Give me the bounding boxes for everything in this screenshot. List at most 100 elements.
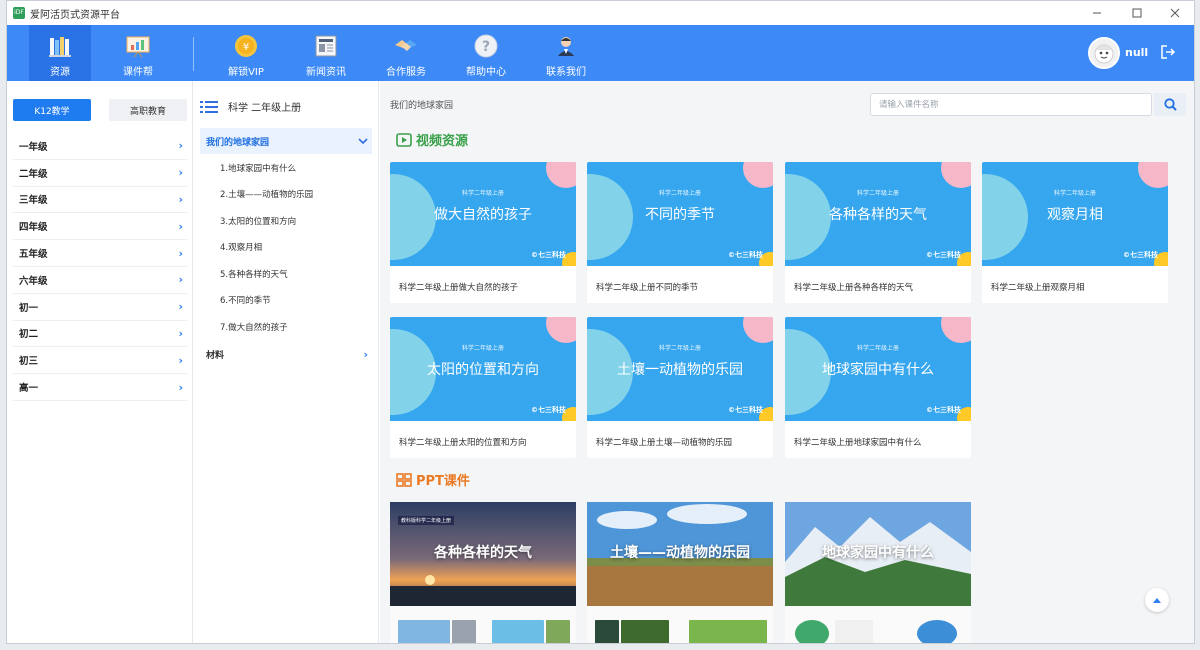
top-nav: 资源 课件帮 ¥ 解锁VIP 新闻资讯 合作服务 ? 帮助中心 联系我们 nul… xyxy=(7,25,1194,81)
unit-item-closed[interactable]: 材料 › xyxy=(200,341,372,367)
video-card[interactable]: 科学二年级上册 太阳的位置和方向 ©七三科技 科学二年级上册太阳的位置和方向 xyxy=(390,317,576,458)
ppt-card[interactable]: 地球家园中有什么 xyxy=(785,502,971,643)
nav-label: 联系我们 xyxy=(546,67,586,78)
nav-item-resources[interactable]: 资源 xyxy=(29,25,91,81)
chevron-right-icon: › xyxy=(178,246,183,260)
brand-logo: ©七三科技 xyxy=(728,251,763,259)
maximize-icon xyxy=(1132,8,1142,18)
chevron-right-icon: › xyxy=(178,139,183,153)
app-window: iDF 爱阿活页式资源平台 资源 课件帮 ¥ 解锁VIP 新闻资讯 合作服务 ?… xyxy=(6,0,1195,644)
lesson-item[interactable]: 6.不同的季节 xyxy=(220,294,271,306)
search-box xyxy=(870,93,1152,116)
svg-text:?: ? xyxy=(482,39,490,55)
ppt-card[interactable]: 教科版科学二年级上册 各种各样的天气 xyxy=(390,502,576,643)
tab-vocational[interactable]: 高职教育 xyxy=(109,99,187,121)
nav-item-contact[interactable]: 联系我们 xyxy=(535,25,597,81)
avatar[interactable] xyxy=(1088,37,1120,69)
video-thumbnail: 科学二年级上册 不同的季节 ©七三科技 xyxy=(587,162,773,266)
help-icon: ? xyxy=(473,33,499,59)
grade-sidebar: K12教学 高职教育 一年级 › 二年级 › 三年级 › 四年级 › 五年级 › 六年级 ›… xyxy=(7,81,193,643)
grade-item[interactable]: 初三 › xyxy=(13,347,187,375)
list-icon xyxy=(200,100,218,113)
grade-item[interactable]: 四年级 › xyxy=(13,213,187,241)
close-button[interactable] xyxy=(1158,1,1192,25)
grade-item[interactable]: 一年级 › xyxy=(13,133,187,160)
ppt-grid-icon xyxy=(396,472,412,487)
nav-item-help[interactable]: ? 帮助中心 xyxy=(455,25,517,81)
grade-item[interactable]: 初一 › xyxy=(13,294,187,321)
search-icon xyxy=(1163,98,1177,111)
search-input[interactable] xyxy=(879,95,1129,114)
chevron-right-icon: › xyxy=(178,166,183,180)
nav-divider xyxy=(193,37,194,71)
chevron-right-icon: › xyxy=(178,326,183,340)
chevron-right-icon: › xyxy=(178,219,183,233)
nav-label: 课件帮 xyxy=(123,67,153,78)
ppt-card[interactable]: 土壤——动植物的乐园 xyxy=(587,502,773,643)
brand-logo: ©七三科技 xyxy=(926,251,961,259)
video-play-icon xyxy=(396,132,412,147)
grade-item[interactable]: 高一 › xyxy=(13,374,187,401)
nav-label: 帮助中心 xyxy=(466,67,506,78)
nav-label: 新闻资讯 xyxy=(306,67,346,78)
grade-item[interactable]: 二年级 › xyxy=(13,160,187,187)
nav-label: 解锁VIP xyxy=(228,67,264,78)
card-caption: 科学二年级上册各种各样的天气 xyxy=(794,283,914,293)
unit-item-open[interactable]: 我们的地球家园 xyxy=(200,128,372,154)
grade-item[interactable]: 六年级 › xyxy=(13,267,187,294)
chevron-right-icon: › xyxy=(178,380,183,394)
arrow-up-icon xyxy=(1153,598,1161,603)
lesson-item[interactable]: 2.土壤——动植物的乐园 xyxy=(220,188,313,200)
search-button[interactable] xyxy=(1154,93,1186,116)
video-card[interactable]: 科学二年级上册 不同的季节 ©七三科技 科学二年级上册不同的季节 xyxy=(587,162,773,303)
video-thumbnail: 科学二年级上册 观察月相 ©七三科技 xyxy=(982,162,1168,266)
video-thumbnail: 科学二年级上册 土壤一动植物的乐园 ©七三科技 xyxy=(587,317,773,421)
customer-service-icon xyxy=(553,33,579,59)
brand-logo: ©七三科技 xyxy=(1123,251,1158,259)
content-area: 我们的地球家园 视频资源 科学二年级上册 做大自然的孩子 ©七三科技 科学二年级… xyxy=(380,81,1194,643)
brand-logo: ©七三科技 xyxy=(728,406,763,414)
grade-list: 一年级 › 二年级 › 三年级 › 四年级 › 五年级 › 六年级 › 初一 › 初二 › 初三… xyxy=(13,133,187,401)
chevron-right-icon: › xyxy=(178,300,183,314)
video-card[interactable]: 科学二年级上册 地球家园中有什么 ©七三科技 科学二年级上册地球家园中有什么 xyxy=(785,317,971,458)
card-caption: 科学二年级上册地球家园中有什么 xyxy=(794,438,922,448)
nav-label: 合作服务 xyxy=(386,67,426,78)
scroll-to-top-button[interactable] xyxy=(1145,588,1169,612)
grade-item[interactable]: 初二 › xyxy=(13,321,187,348)
window-title: 爱阿活页式资源平台 xyxy=(30,9,120,21)
video-section-title: 视频资源 xyxy=(396,130,468,149)
card-caption: 科学二年级上册做大自然的孩子 xyxy=(399,283,519,293)
handshake-icon xyxy=(393,33,419,59)
video-card[interactable]: 科学二年级上册 土壤一动植物的乐园 ©七三科技 科学二年级上册土壤—动植物的乐园 xyxy=(587,317,773,458)
video-card[interactable]: 科学二年级上册 做大自然的孩子 ©七三科技 科学二年级上册做大自然的孩子 xyxy=(390,162,576,303)
lesson-item[interactable]: 4.观察月相 xyxy=(220,241,262,253)
grade-item[interactable]: 三年级 › xyxy=(13,187,187,214)
minimize-icon xyxy=(1093,12,1101,14)
ppt-preview-strip xyxy=(390,606,576,643)
video-thumbnail: 科学二年级上册 各种各样的天气 ©七三科技 xyxy=(785,162,971,266)
presentation-board-icon xyxy=(125,33,151,59)
card-caption: 科学二年级上册太阳的位置和方向 xyxy=(399,438,527,448)
newspaper-icon xyxy=(313,33,339,59)
logout-button[interactable] xyxy=(1160,44,1176,60)
lesson-item[interactable]: 1.地球家园中有什么 xyxy=(220,162,296,174)
breadcrumb: 我们的地球家园 xyxy=(390,101,454,111)
minimize-button[interactable] xyxy=(1080,1,1114,25)
nav-item-courseware[interactable]: 课件帮 xyxy=(107,25,169,81)
logout-icon xyxy=(1161,45,1176,59)
video-card[interactable]: 科学二年级上册 各种各样的天气 ©七三科技 科学二年级上册各种各样的天气 xyxy=(785,162,971,303)
maximize-button[interactable] xyxy=(1120,1,1154,25)
nav-item-news[interactable]: 新闻资讯 xyxy=(295,25,357,81)
nav-item-cooperation[interactable]: 合作服务 xyxy=(375,25,437,81)
grade-item[interactable]: 五年级 › xyxy=(13,240,187,267)
lesson-item[interactable]: 3.太阳的位置和方向 xyxy=(220,215,296,227)
user-avatar-icon xyxy=(1094,44,1114,64)
username[interactable]: null xyxy=(1125,46,1148,59)
lesson-item[interactable]: 7.做大自然的孩子 xyxy=(220,321,288,333)
tab-k12[interactable]: K12教学 xyxy=(13,99,91,121)
nav-item-vip[interactable]: ¥ 解锁VIP xyxy=(215,25,277,81)
video-thumbnail: 科学二年级上册 地球家园中有什么 ©七三科技 xyxy=(785,317,971,421)
lesson-item[interactable]: 5.各种各样的天气 xyxy=(220,268,288,280)
title-bar: iDF 爱阿活页式资源平台 xyxy=(7,1,1194,25)
video-card[interactable]: 科学二年级上册 观察月相 ©七三科技 科学二年级上册观察月相 xyxy=(982,162,1168,303)
